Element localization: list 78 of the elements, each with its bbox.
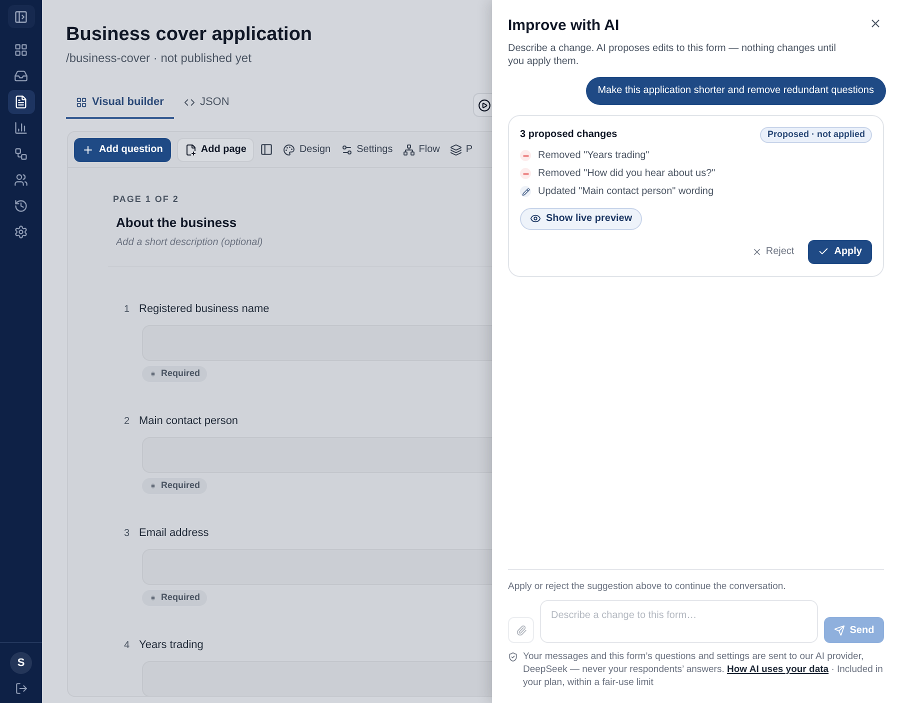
- document-icon: [14, 95, 28, 109]
- view-tab[interactable]: JSON: [174, 87, 240, 119]
- live-preview-button[interactable]: Show live preview: [520, 208, 642, 230]
- conversation-hint: Apply or reject the suggestion above to continue the conversation.: [508, 580, 787, 594]
- shield-icon: [508, 652, 518, 662]
- change-text: Removed "How did you hear about us?": [538, 167, 716, 181]
- panel-icon: [260, 143, 274, 156]
- answer-field[interactable]: [142, 324, 492, 360]
- close-icon: [869, 17, 882, 30]
- logout-icon: [14, 682, 28, 695]
- check-icon: [818, 246, 830, 257]
- panel-description: Describe a change. AI proposes edits to this form — nothing changes until you apply them.: [508, 42, 837, 68]
- answer-field[interactable]: [142, 660, 492, 696]
- answer-field[interactable]: [142, 436, 492, 472]
- sidebar-toggle-button[interactable]: [8, 5, 34, 28]
- minus-icon: [520, 150, 531, 161]
- question-number: 4: [124, 638, 131, 653]
- pencil-icon: [520, 186, 531, 197]
- privacy-notice: Your messages and this form’s questions and settings are sent to our AI provider, DeepSeek — never your respondents’ answers. How AI uses your data · Included in your plan, within a fair-use limit: [523, 650, 884, 689]
- minus-icon: [520, 168, 531, 179]
- change-text: Updated "Main contact person" wording: [538, 185, 714, 199]
- close-icon: [752, 246, 762, 256]
- question-number: 2: [124, 414, 131, 429]
- user-message: Make this application shorter and remove redundant questions: [586, 76, 886, 104]
- eye-icon: [530, 213, 541, 224]
- question-label: Years trading: [139, 638, 204, 653]
- code-icon: [184, 96, 195, 108]
- page-label: PAGE 1 OF 2: [113, 193, 180, 206]
- message-field[interactable]: Describe a change to this form…: [540, 600, 818, 643]
- toolbar-button[interactable]: P: [446, 138, 473, 162]
- plus-icon: [82, 144, 94, 156]
- status-badge: Proposed · not applied: [760, 126, 872, 142]
- grid-icon: [76, 96, 87, 108]
- question-number: 1: [124, 302, 131, 317]
- palette-icon: [283, 144, 296, 156]
- page-subtitle: /business-cover · not published yet: [66, 50, 252, 67]
- add-page-button[interactable]: Add page: [176, 138, 254, 162]
- play-icon: [478, 98, 491, 112]
- question-label: Email address: [139, 526, 209, 541]
- panel-title: Improve with AI: [508, 16, 620, 36]
- add-question-button[interactable]: Add question: [74, 138, 171, 162]
- paperclip-icon: [516, 624, 526, 636]
- question-number: 3: [124, 526, 131, 541]
- logout-button[interactable]: [14, 682, 28, 695]
- inbox-icon: [14, 69, 28, 83]
- data-usage-link[interactable]: How AI uses your data: [727, 664, 829, 675]
- required-badge: Required: [142, 478, 208, 494]
- user-avatar[interactable]: S: [10, 652, 32, 674]
- users-icon: [14, 173, 28, 187]
- page-title: Business cover application: [66, 23, 314, 47]
- layers-icon: [450, 144, 462, 156]
- toolbar-button[interactable]: Settings: [336, 138, 397, 162]
- question-label: Registered business name: [139, 302, 270, 317]
- bar-chart-icon: [14, 121, 28, 135]
- preview-button[interactable]: [473, 93, 492, 117]
- grid-icon: [14, 43, 28, 57]
- page-heading: About the business: [116, 214, 238, 232]
- toolbar-button[interactable]: Design: [279, 138, 335, 162]
- change-text: Removed "Years trading": [538, 149, 650, 163]
- workflow-icon: [14, 147, 28, 161]
- required-badge: Required: [142, 590, 208, 606]
- close-button[interactable]: [869, 17, 882, 30]
- settings-icon: [14, 225, 28, 239]
- apply-button[interactable]: Apply: [808, 240, 872, 264]
- send-icon: [834, 624, 845, 636]
- answer-field[interactable]: [142, 548, 492, 584]
- sidebar-toggle-icon: [14, 10, 28, 24]
- question-label: Main contact person: [139, 414, 238, 429]
- history-icon: [14, 199, 28, 213]
- toolbar-button[interactable]: Flow: [398, 138, 444, 162]
- required-badge: Required: [142, 366, 208, 382]
- flow-icon: [402, 144, 415, 156]
- view-tab[interactable]: Visual builder: [66, 87, 174, 119]
- sliders-icon: [340, 144, 353, 156]
- sidebar-item[interactable]: [8, 90, 34, 114]
- file-plus-icon: [184, 144, 197, 156]
- proposal-title: 3 proposed changes: [520, 128, 618, 142]
- reject-button[interactable]: Reject: [752, 244, 794, 259]
